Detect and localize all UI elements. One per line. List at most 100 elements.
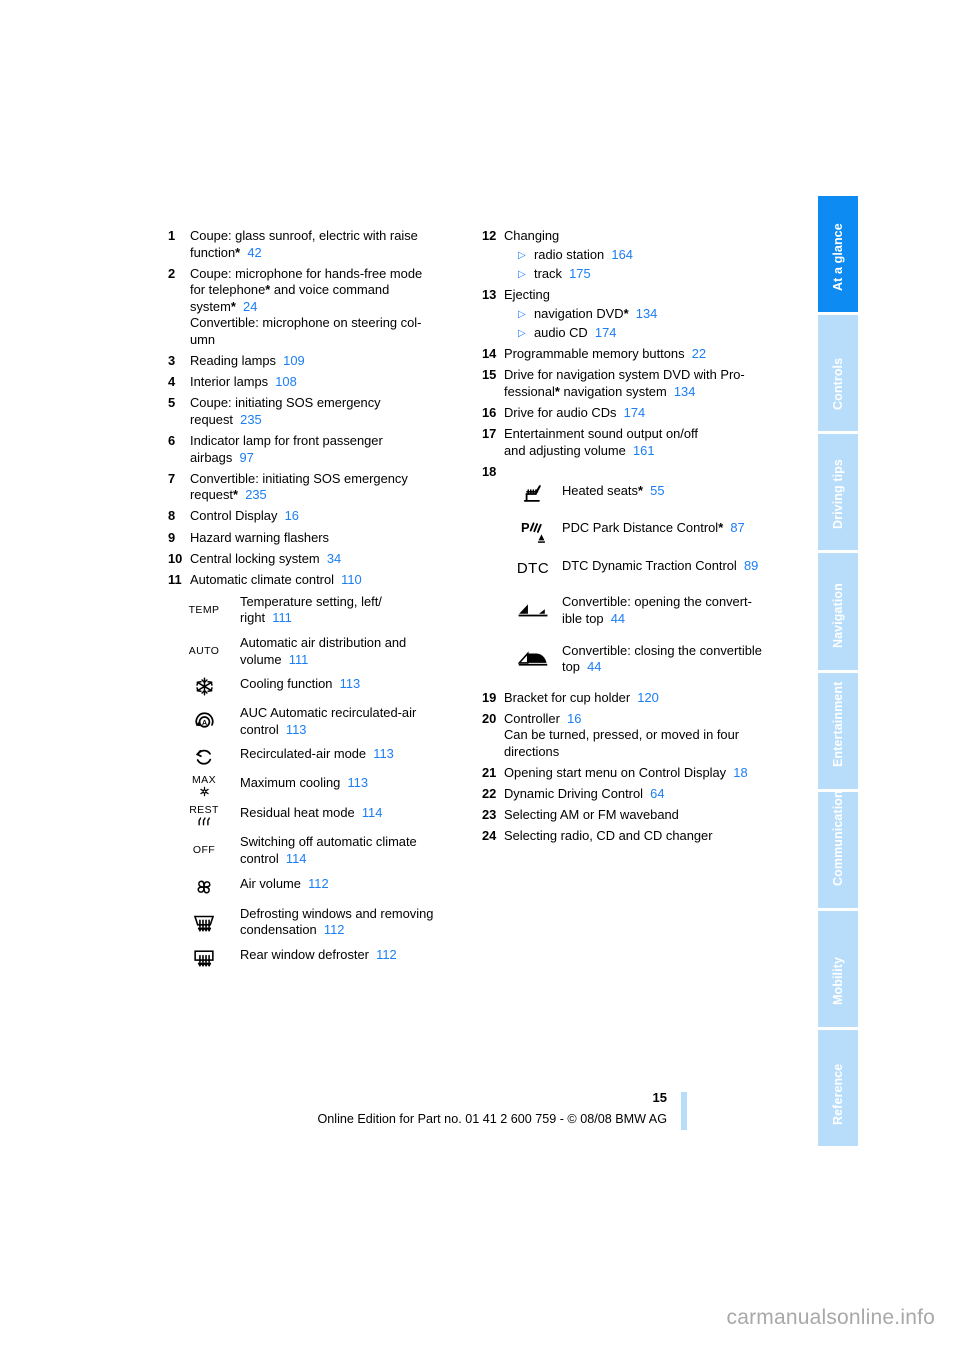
- sidebar-tab-mobility[interactable]: Mobility: [818, 910, 858, 1027]
- item-text: Drive for audio CDs: [504, 404, 617, 420]
- page-reference[interactable]: 111: [282, 652, 309, 667]
- page-reference[interactable]: 97: [232, 450, 253, 465]
- page-reference[interactable]: 113: [332, 676, 361, 691]
- item-text-line1: Coupe: microphone for hands-free mode: [190, 265, 423, 281]
- item-body: Reading lamps 109: [190, 353, 468, 370]
- page-reference[interactable]: 113: [366, 746, 394, 761]
- item-body: Entertainment sound output on/off and ad…: [504, 426, 792, 459]
- dtc-icon-label: DTC: [516, 560, 550, 578]
- page-reference[interactable]: 114: [355, 805, 383, 820]
- item-number: 20: [482, 710, 497, 726]
- page-reference[interactable]: 134: [629, 306, 658, 321]
- page-reference[interactable]: 110: [334, 572, 362, 587]
- page-reference[interactable]: 174: [616, 405, 646, 420]
- page-reference[interactable]: 16: [560, 711, 581, 726]
- item-text-line1: Indicator lamp for front passenger: [190, 433, 383, 449]
- list-item-22: 22 Dynamic Driving Control 64: [482, 786, 792, 803]
- item-body: Automatic climate control 110: [190, 572, 468, 589]
- sidebar-tab-navigation[interactable]: Navigation: [818, 553, 858, 670]
- row-line1: Recirculated-air mode: [240, 746, 367, 762]
- sub-item-text: track: [534, 265, 562, 281]
- page-reference[interactable]: 113: [279, 722, 307, 737]
- page-reference[interactable]: 235: [233, 412, 262, 427]
- item-body: Selecting radio, CD and CD changer: [504, 828, 792, 845]
- list-item-16: 16 Drive for audio CDs 174: [482, 405, 792, 422]
- list-item-21: 21 Opening start menu on Control Display…: [482, 765, 792, 782]
- section-tab-strip: At a glance Controls Driving tips Naviga…: [818, 196, 858, 1146]
- sidebar-tab-driving-tips[interactable]: Driving tips: [818, 434, 858, 551]
- page-reference[interactable]: 112: [301, 876, 329, 891]
- page-reference[interactable]: 64: [643, 786, 664, 801]
- page-reference[interactable]: 18: [726, 765, 747, 780]
- sub-item-text: audio CD: [534, 324, 588, 340]
- sidebar-tab-at-a-glance[interactable]: At a glance: [818, 196, 858, 313]
- page-reference[interactable]: 42: [240, 245, 261, 260]
- row-line1: AUC Automatic recirculated-air: [240, 705, 417, 721]
- auc-recirculation-icon: A: [168, 704, 240, 738]
- control-row-text: DTC Dynamic Traction Control 89: [562, 557, 792, 575]
- page-reference[interactable]: 112: [317, 922, 345, 937]
- item-text-line1: Entertainment sound output on/off: [504, 426, 698, 442]
- climate-row-text: Maximum cooling 113: [240, 774, 468, 792]
- item-text-line5: umn: [190, 332, 216, 348]
- sidebar-tab-reference[interactable]: Reference: [818, 1029, 858, 1146]
- tab-label: Entertainment: [830, 681, 845, 768]
- item-number: 24: [482, 828, 497, 844]
- sidebar-tab-communications[interactable]: Communications: [818, 791, 858, 908]
- item-number: 6: [168, 433, 176, 449]
- climate-row-text: Cooling function 113: [240, 675, 468, 693]
- page-reference[interactable]: 120: [630, 690, 659, 705]
- page-reference[interactable]: 134: [667, 384, 696, 399]
- row-line1: Convertible: closing the convertible: [562, 642, 762, 658]
- item-body: Coupe: microphone for hands-free mode fo…: [190, 266, 468, 349]
- control-row-top-close: Convertible: closing the convertible top…: [504, 642, 792, 676]
- page-reference[interactable]: 16: [277, 508, 299, 523]
- page-reference[interactable]: 108: [268, 374, 297, 389]
- item-text-line1: Coupe: glass sunroof, electric with rais…: [190, 228, 418, 243]
- page-reference[interactable]: 161: [626, 443, 655, 458]
- item-body: Dynamic Driving Control 64: [504, 786, 792, 803]
- page-reference[interactable]: 55: [643, 483, 664, 498]
- page-reference[interactable]: 109: [276, 353, 305, 368]
- page-reference[interactable]: 44: [580, 659, 601, 674]
- item-text-line2b: and voice command: [270, 282, 390, 298]
- item-text-line4: Convertible: microphone on steering col-: [190, 315, 422, 331]
- list-item-14: 14 Programmable memory buttons 22: [482, 346, 792, 363]
- page-reference[interactable]: 235: [238, 487, 267, 502]
- page-reference[interactable]: 89: [737, 558, 758, 573]
- item-number: 3: [168, 353, 176, 369]
- list-item-9: 9 Hazard warning flashers: [168, 530, 468, 547]
- item-body: Changing ▷ radio station 164 ▷ track 175: [504, 228, 792, 283]
- item-number: 13: [482, 287, 497, 303]
- page-reference[interactable]: 87: [723, 520, 744, 535]
- sidebar-tab-entertainment[interactable]: Entertainment: [818, 672, 858, 789]
- page-reference[interactable]: 24: [236, 299, 257, 314]
- item-text: Hazard warning flashers: [190, 529, 329, 545]
- max-icon-label: MAX: [192, 774, 216, 787]
- item-body: Controller 16 Can be turned, pressed, or …: [504, 711, 792, 761]
- sub-item-text: radio station: [534, 246, 605, 262]
- page-reference[interactable]: 175: [562, 266, 591, 281]
- page-reference[interactable]: 112: [369, 947, 397, 962]
- item-body: Opening start menu on Control Display 18: [504, 765, 792, 782]
- page-reference[interactable]: 113: [340, 775, 368, 790]
- page-reference[interactable]: 114: [279, 851, 307, 866]
- item-text-line3: system: [190, 298, 231, 314]
- sidebar-tab-controls[interactable]: Controls: [818, 315, 858, 432]
- list-item-12: 12 Changing ▷ radio station 164 ▷ track 17…: [482, 228, 792, 283]
- climate-row-cooling: Cooling function 113: [168, 675, 468, 697]
- item-body: Coupe: glass sunroof, electric with rais…: [190, 228, 468, 261]
- item-body: Bracket for cup holder 120: [504, 690, 792, 707]
- row-line1: Residual heat mode: [240, 805, 355, 821]
- page-reference[interactable]: 174: [588, 325, 617, 340]
- page-reference[interactable]: 111: [265, 610, 292, 625]
- watermark: carmanualsonline.info: [726, 1306, 935, 1329]
- item-number: 5: [168, 395, 176, 411]
- page-reference[interactable]: 44: [604, 611, 625, 626]
- page-reference[interactable]: 22: [685, 346, 706, 361]
- page-reference[interactable]: 164: [604, 247, 633, 262]
- page-reference[interactable]: 34: [320, 551, 341, 566]
- list-item-3: 3 Reading lamps 109: [168, 353, 468, 370]
- item-number: 10: [168, 550, 183, 566]
- climate-row-text: Temperature setting, left/ right 111: [240, 593, 468, 627]
